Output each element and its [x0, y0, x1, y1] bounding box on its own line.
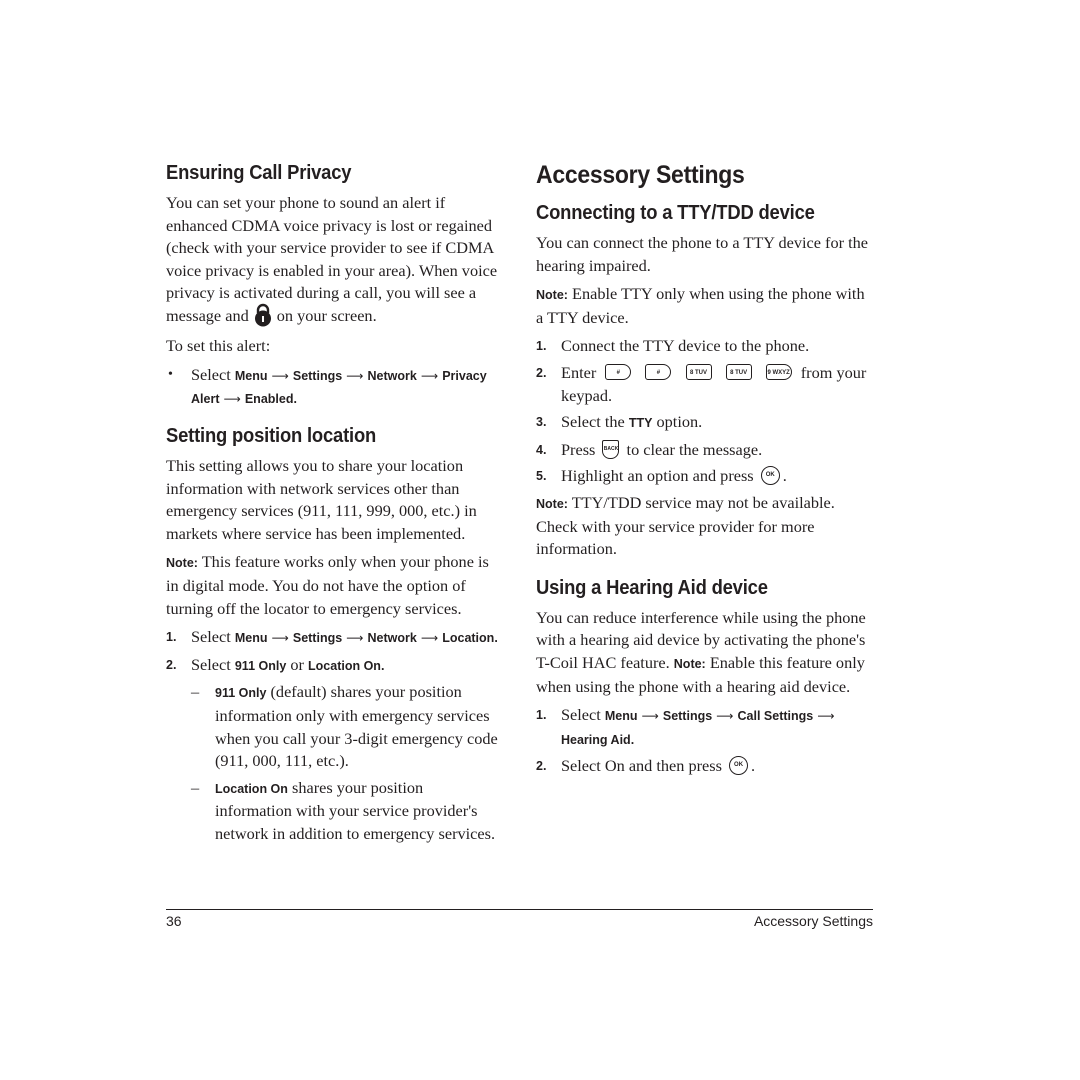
arrow-icon: ⟶	[223, 392, 241, 407]
location-step-2: 2. Select 911 Only or Location On.	[166, 654, 385, 674]
menu-path-item: Call Settings	[737, 709, 814, 724]
arrow-icon: ⟶	[420, 368, 439, 383]
section-heading-tty: Connecting to a TTY/TDD device	[536, 202, 815, 224]
hearing-step-1: 1. Select Menu ⟶ Settings ⟶ Call Setting…	[536, 705, 835, 747]
privacy-alert-bullet: • Select Menu ⟶ Settings ⟶ Network ⟶ Pri…	[168, 364, 487, 407]
arrow-icon: ⟶	[420, 631, 439, 646]
menu-path-item: Hearing Aid	[561, 732, 631, 747]
menu-path-item: Menu	[604, 709, 638, 724]
dash-icon: –	[191, 777, 200, 797]
arrow-icon: ⟶	[346, 631, 364, 646]
eight-key-icon: 8 TUV	[685, 364, 712, 381]
location-option-911-only: – 911 Only (default) shares your positio…	[191, 682, 498, 771]
tty-step-1: 1. Connect the TTY device to the phone.	[536, 336, 810, 356]
tty-step-3: 3. Select the TTY option.	[536, 412, 703, 432]
back-key-icon: BACK	[602, 439, 620, 459]
page-title: Accessory Settings	[536, 161, 745, 189]
tty-body: You can connect the phone to a TTY devic…	[536, 233, 869, 275]
menu-path-item: Settings	[292, 631, 343, 646]
tty-step-2: 2. Enter # # 8 TUV 8 TUV 9 WXYZ from you…	[536, 362, 867, 405]
set-alert-intro: To set this alert:	[166, 336, 271, 356]
right-column: Accessory Settings Connecting to a TTY/T…	[536, 160, 872, 782]
note-label: Note:	[166, 556, 198, 571]
location-body: This setting allows you to share your lo…	[166, 456, 477, 543]
arrow-icon: ⟶	[346, 368, 364, 383]
ok-key-icon: OK	[760, 466, 780, 486]
menu-path-item: Settings	[292, 368, 343, 383]
location-note: Note: This feature works only when your …	[166, 552, 489, 618]
nine-key-icon: 9 WXYZ	[765, 364, 792, 381]
arrow-icon: ⟶	[271, 368, 289, 383]
eight-key-icon: 8 TUV	[725, 364, 752, 381]
tty-note-2: Note: TTY/TDD service may not be availab…	[536, 492, 835, 559]
arrow-icon: ⟶	[716, 709, 734, 724]
location-step-1: 1. Select Menu ⟶ Settings ⟶ Network ⟶ Lo…	[166, 627, 498, 647]
arrow-icon: ⟶	[271, 631, 289, 646]
pound-key-icon: #	[605, 364, 632, 381]
section-heading-call-privacy: Ensuring Call Privacy	[166, 162, 352, 184]
hearing-body: You can reduce interference while using …	[536, 607, 866, 696]
note-label: Note:	[536, 288, 568, 303]
tty-step-4: 4. Press BACK to clear the message.	[536, 439, 763, 459]
menu-path-item: Settings	[662, 709, 713, 724]
dash-icon: –	[191, 682, 200, 702]
left-column: Ensuring Call Privacy You can set your p…	[166, 160, 502, 850]
menu-path-item: Enabled	[244, 392, 294, 407]
hearing-step-2: 2. Select On and then press OK.	[536, 756, 756, 776]
menu-path-item: Menu	[234, 368, 268, 383]
location-option-location-on: – Location On shares your position infor…	[191, 777, 496, 843]
note-label: Note:	[536, 496, 568, 511]
call-privacy-body: You can set your phone to sound an alert…	[166, 192, 502, 329]
menu-path-item: Network	[367, 631, 417, 646]
note-label: Note:	[673, 656, 706, 671]
footer-section-title: Accessory Settings	[753, 913, 873, 929]
menu-path-item: Menu	[234, 631, 268, 646]
ok-key-icon: OK	[729, 756, 749, 776]
pound-key-icon: #	[645, 364, 672, 381]
footer-divider	[166, 909, 873, 910]
tty-step-5: 5. Highlight an option and press OK.	[536, 466, 787, 486]
arrow-icon: ⟶	[817, 709, 835, 724]
tty-note: Note: Enable TTY only when using the pho…	[536, 284, 865, 327]
menu-path-item: Location	[442, 631, 495, 646]
menu-path-item: Network	[367, 368, 417, 383]
section-heading-position-location: Setting position location	[166, 425, 377, 448]
arrow-icon: ⟶	[641, 709, 659, 724]
section-heading-hearing-aid: Using a Hearing Aid device	[536, 576, 768, 599]
lock-icon	[253, 303, 273, 327]
page-number: 36	[166, 913, 182, 929]
bullet-icon: •	[168, 366, 173, 382]
